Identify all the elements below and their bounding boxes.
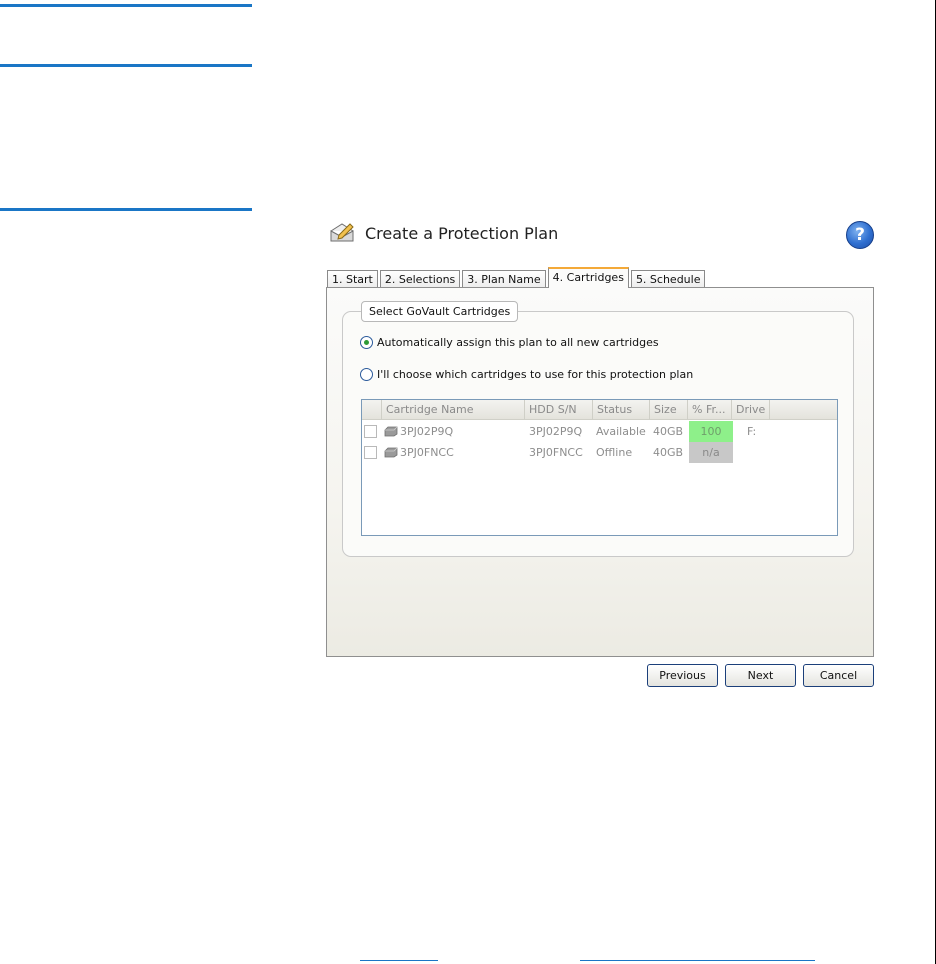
table-row[interactable]: 3PJ02P9Q 3PJ02P9Q Available 40GB 100 F: bbox=[362, 421, 837, 442]
footer-link-underline-1 bbox=[360, 960, 438, 961]
section-rule-3 bbox=[0, 208, 252, 211]
row-checkbox[interactable] bbox=[364, 425, 377, 438]
tab-plan-name[interactable]: 3. Plan Name bbox=[462, 270, 546, 288]
cancel-button[interactable]: Cancel bbox=[803, 664, 874, 687]
hdd-serial: 3PJ02P9Q bbox=[529, 425, 583, 438]
row-checkbox[interactable] bbox=[364, 446, 377, 459]
drive-letter: F: bbox=[747, 425, 757, 438]
auto-assign-label: Automatically assign this plan to all ne… bbox=[377, 336, 659, 349]
cartridge-status: Available bbox=[596, 425, 646, 438]
cartridge-drive-icon bbox=[384, 426, 398, 437]
dialog-header: Create a Protection Plan ? bbox=[325, 212, 875, 260]
next-button[interactable]: Next bbox=[725, 664, 796, 687]
manual-choose-radio[interactable] bbox=[360, 368, 373, 381]
tab-selections[interactable]: 2. Selections bbox=[379, 270, 461, 288]
column-header-percent-free[interactable]: % Fr... bbox=[688, 400, 732, 420]
wizard-tabs: 1. Start 2. Selections 3. Plan Name 4. C… bbox=[327, 267, 707, 288]
dialog-title: Create a Protection Plan bbox=[365, 224, 559, 243]
group-legend: Select GoVault Cartridges bbox=[361, 301, 519, 322]
cartridge-drive-icon bbox=[384, 447, 398, 458]
percent-free-badge: n/a bbox=[689, 442, 733, 463]
edit-plan-icon bbox=[330, 223, 354, 242]
auto-assign-option[interactable]: Automatically assign this plan to all ne… bbox=[360, 336, 659, 349]
manual-choose-label: I'll choose which cartridges to use for … bbox=[377, 368, 694, 381]
tab-cartridges[interactable]: 4. Cartridges bbox=[547, 267, 629, 288]
percent-free-badge: 100 bbox=[689, 421, 733, 442]
manual-choose-option[interactable]: I'll choose which cartridges to use for … bbox=[360, 368, 693, 381]
previous-button[interactable]: Previous bbox=[647, 664, 718, 687]
column-header-status[interactable]: Status bbox=[593, 400, 650, 420]
tab-schedule[interactable]: 5. Schedule bbox=[630, 270, 706, 288]
column-header-hdd-sn[interactable]: HDD S/N bbox=[525, 400, 593, 420]
help-icon[interactable]: ? bbox=[846, 221, 874, 249]
section-rule-2 bbox=[0, 64, 252, 67]
cartridge-status: Offline bbox=[596, 446, 633, 459]
column-header-size[interactable]: Size bbox=[650, 400, 688, 420]
footer-link-underline-2 bbox=[580, 960, 815, 961]
auto-assign-radio[interactable] bbox=[360, 336, 373, 349]
table-row[interactable]: 3PJ0FNCC 3PJ0FNCC Offline 40GB n/a bbox=[362, 442, 837, 463]
column-header-cartridge-name[interactable]: Cartridge Name bbox=[382, 400, 525, 420]
section-rule-1 bbox=[0, 4, 252, 7]
cartridge-name: 3PJ02P9Q bbox=[400, 425, 454, 438]
cartridge-size: 40GB bbox=[653, 446, 684, 459]
hdd-serial: 3PJ0FNCC bbox=[529, 446, 583, 459]
cartridge-name: 3PJ0FNCC bbox=[400, 446, 454, 459]
cartridge-table: Cartridge Name HDD S/N Status Size % Fr.… bbox=[361, 399, 838, 536]
table-header: Cartridge Name HDD S/N Status Size % Fr.… bbox=[362, 400, 837, 420]
column-header-drive[interactable]: Drive bbox=[732, 400, 770, 420]
tab-start[interactable]: 1. Start bbox=[327, 270, 378, 288]
cartridge-size: 40GB bbox=[653, 425, 684, 438]
column-header-select bbox=[362, 400, 382, 420]
